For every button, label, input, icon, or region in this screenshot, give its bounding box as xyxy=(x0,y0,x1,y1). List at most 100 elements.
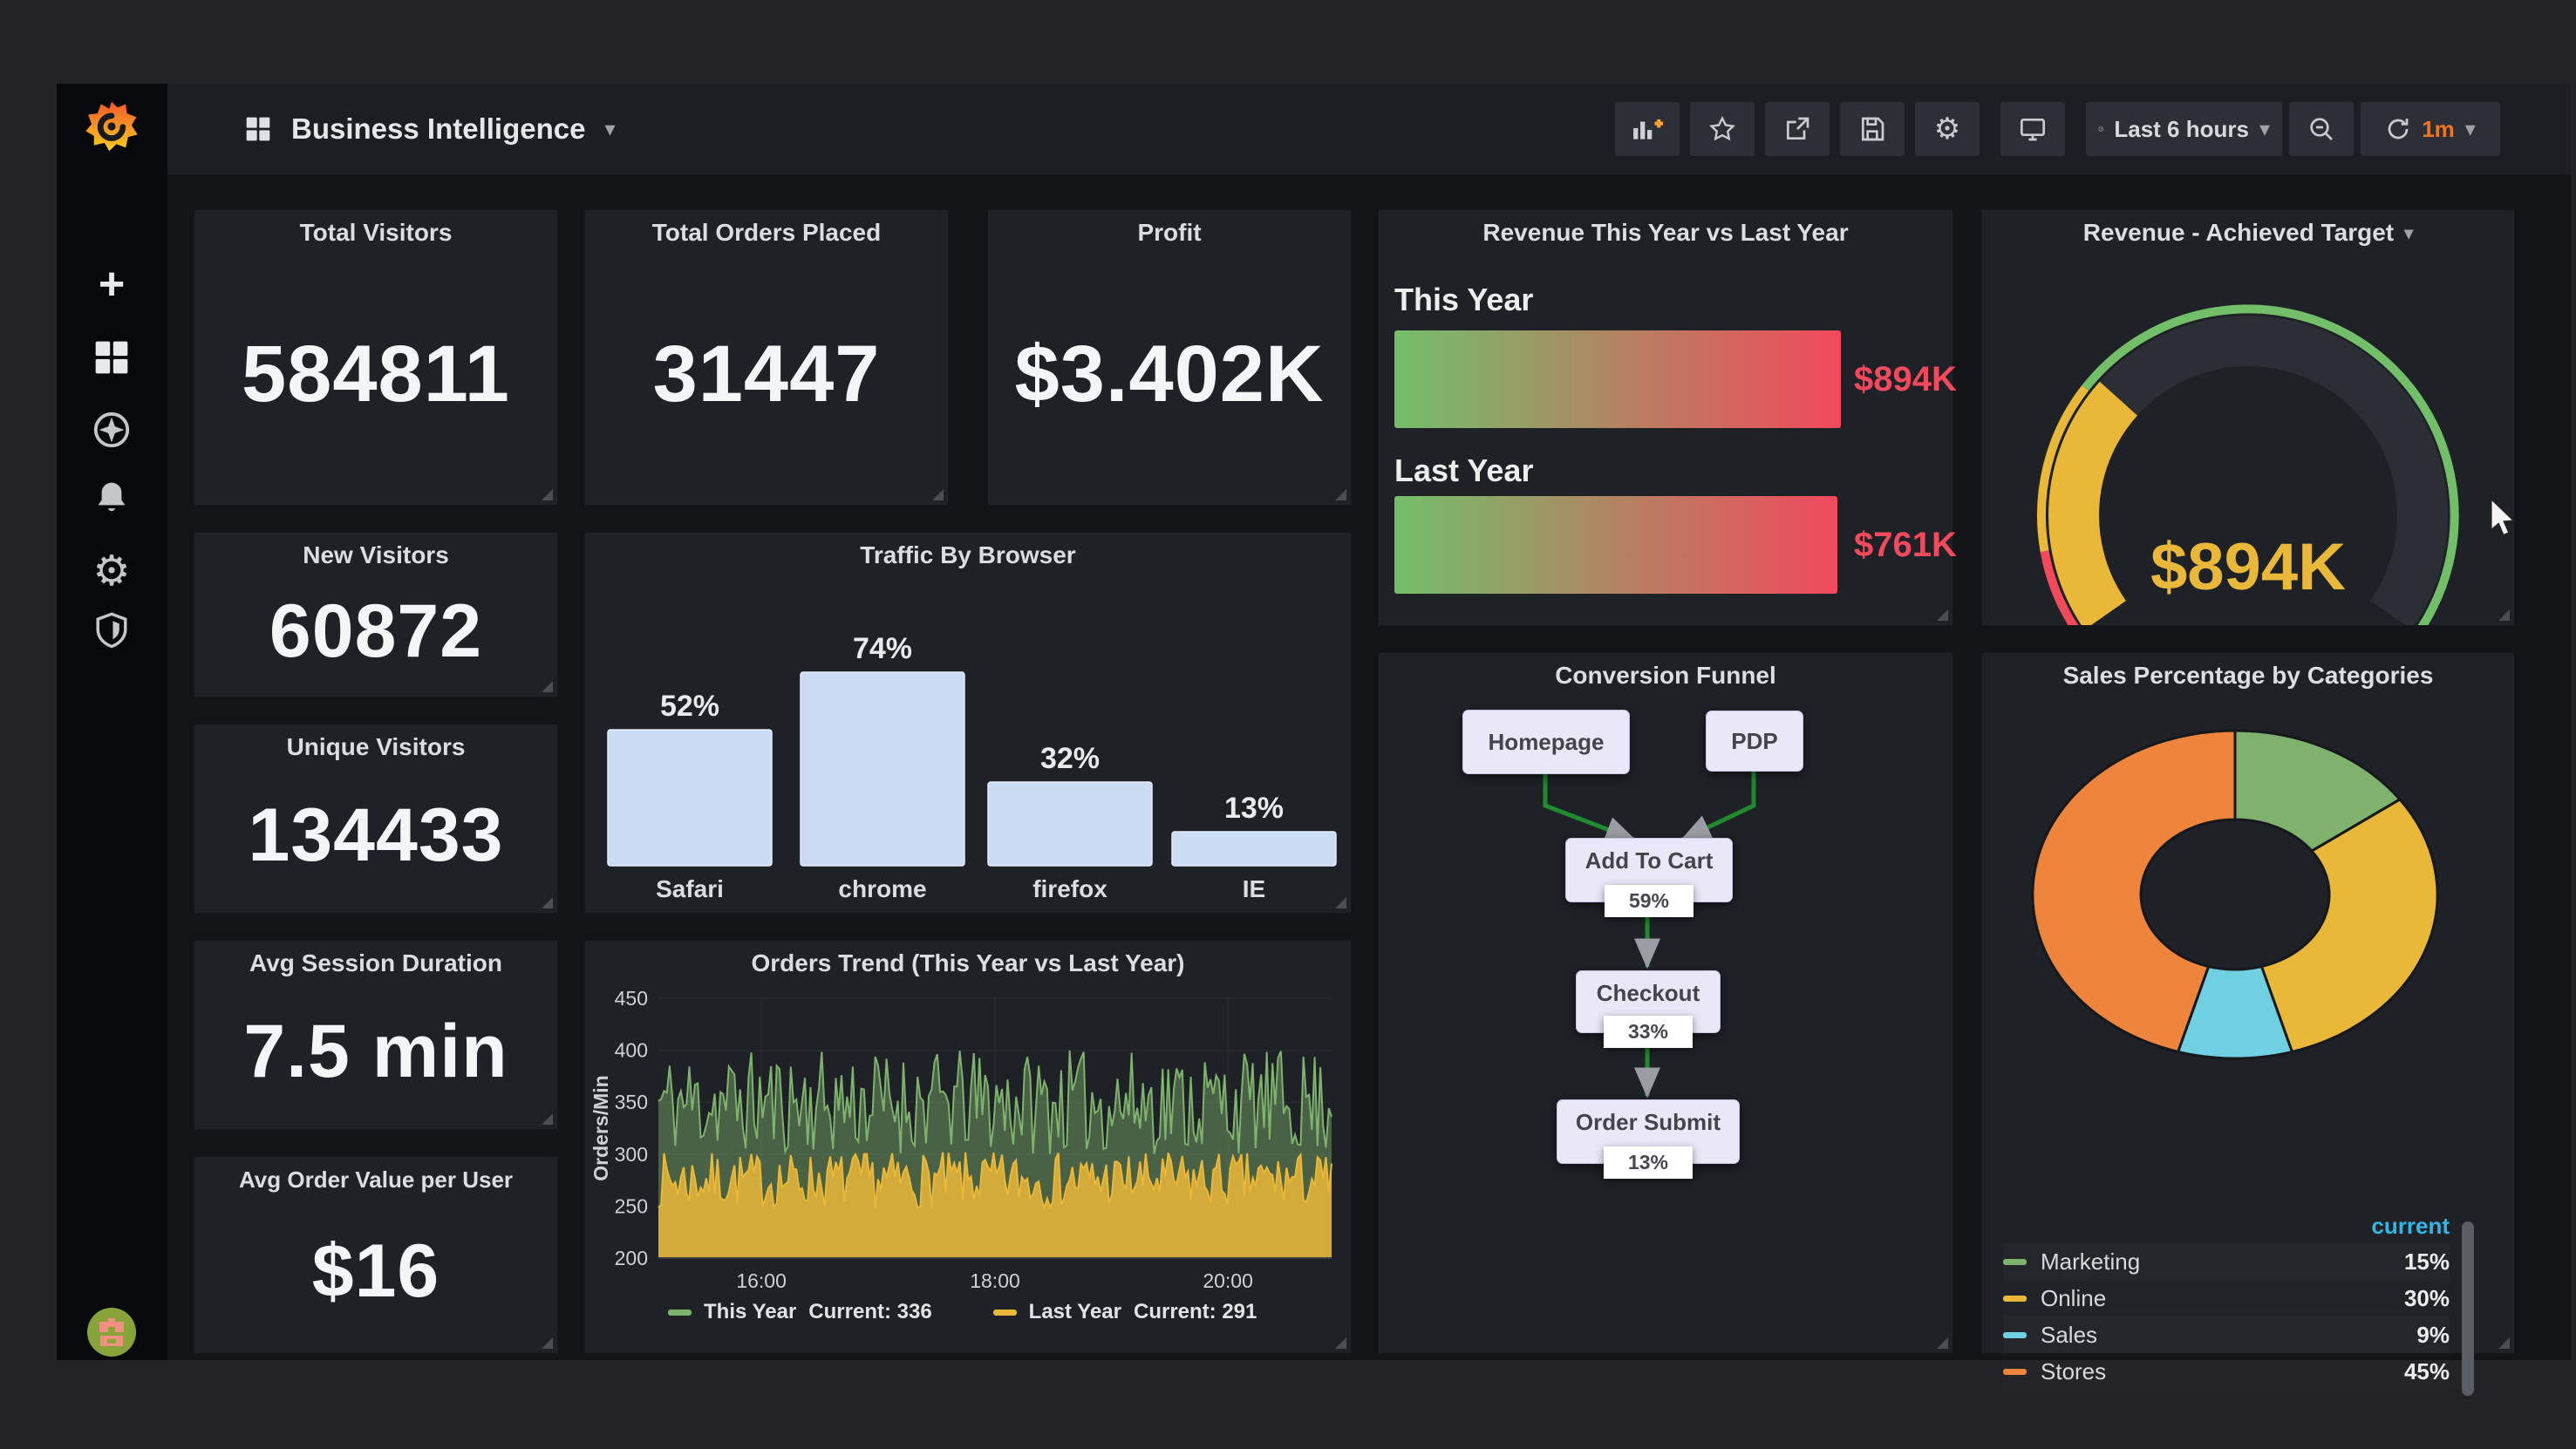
save-button[interactable] xyxy=(1840,102,1905,156)
star-button[interactable] xyxy=(1690,102,1755,156)
legend-row-stores[interactable]: Stores 45% xyxy=(2003,1353,2450,1390)
legend-current-value: Current: 291 xyxy=(1134,1300,1257,1324)
legend-row-online[interactable]: Online 30% xyxy=(2003,1280,2450,1316)
alerting-menu-item[interactable] xyxy=(92,479,131,517)
gauge-value: $894K xyxy=(1982,530,2514,603)
funnel-node-pct: 13% xyxy=(1604,1146,1693,1179)
series-color-dash xyxy=(2003,1332,2027,1338)
legend-label: Stores xyxy=(2041,1358,2106,1385)
alerting-bell-icon xyxy=(92,479,131,517)
legend-row-marketing[interactable]: Marketing 15% xyxy=(2003,1243,2450,1280)
user-avatar[interactable] xyxy=(85,1306,138,1358)
legend-label: Sales xyxy=(2041,1322,2097,1349)
legend-label: This Year xyxy=(704,1300,796,1324)
toolbar: ⚙ Last 6 hours ▾ xyxy=(1615,102,2500,156)
panel-title[interactable]: Conversion Funnel xyxy=(1379,653,1952,698)
panel-title[interactable]: Sales Percentage by Categories xyxy=(1982,653,2514,698)
row-label: Last Year xyxy=(1394,452,1533,489)
panel-title[interactable]: Total Visitors xyxy=(194,210,557,255)
stat-value: 60872 xyxy=(194,578,557,697)
panel-avg-order-value: Avg Order Value per User $16 xyxy=(194,1156,558,1354)
refresh-button[interactable]: 1m ▾ xyxy=(2361,102,2500,156)
time-range-label: Last 6 hours xyxy=(2114,116,2249,143)
donut-legend: current Marketing 15% Online 30% Sales 9… xyxy=(2003,1208,2450,1390)
legend-scrollbar[interactable] xyxy=(2462,1221,2474,1396)
panel-total-orders: Total Orders Placed 31447 xyxy=(584,209,949,506)
chevron-down-icon: ▾ xyxy=(604,117,615,142)
stat-value: 31447 xyxy=(585,255,948,505)
panel-unique-visitors: Unique Visitors 134433 xyxy=(194,724,558,914)
gradient-bar-this-year[interactable] xyxy=(1394,330,1841,428)
panel-title[interactable]: Profit xyxy=(988,210,1351,255)
top-navbar: Business Intelligence ▾ xyxy=(167,84,2571,174)
avatar-icon xyxy=(85,1306,138,1358)
server-admin-menu-item[interactable] xyxy=(92,611,131,650)
share-button[interactable] xyxy=(1765,102,1830,156)
panel-title[interactable]: Total Orders Placed xyxy=(585,210,948,255)
panel-title[interactable]: New Visitors xyxy=(194,533,557,578)
row-value: $761K xyxy=(1854,496,1950,594)
svg-text:Orders/Min: Orders/Min xyxy=(589,1075,612,1180)
explore-menu-item[interactable] xyxy=(92,410,132,450)
funnel-node-pct: 59% xyxy=(1605,885,1693,917)
panel-title[interactable]: Revenue - Achieved Target ▾ xyxy=(1982,210,2514,255)
create-menu-item[interactable]: + xyxy=(99,258,125,310)
svg-text:300: 300 xyxy=(615,1143,648,1166)
funnel-node-pdp[interactable]: PDP xyxy=(1706,711,1803,772)
series-color-dash xyxy=(2003,1369,2027,1375)
shield-icon xyxy=(92,611,131,650)
panel-title[interactable]: Traffic By Browser xyxy=(585,533,1351,578)
svg-text:350: 350 xyxy=(615,1091,648,1113)
legend-row-sales[interactable]: Sales 9% xyxy=(2003,1316,2450,1353)
series-color-dash xyxy=(668,1310,692,1316)
panel-title[interactable]: Unique Visitors xyxy=(194,724,557,770)
legend-item-this-year[interactable]: This Year Current: 336 xyxy=(668,1300,932,1324)
series-color-dash xyxy=(2003,1296,2027,1302)
add-panel-button[interactable] xyxy=(1615,102,1680,156)
save-icon xyxy=(1858,115,1886,143)
line-chart[interactable]: 20025030035040045016:0018:0020:00Orders/… xyxy=(585,986,1351,1300)
grafana-logo[interactable] xyxy=(85,99,139,153)
row-value: $894K xyxy=(1854,330,1950,428)
zoom-out-button[interactable] xyxy=(2289,102,2354,156)
panel-title[interactable]: Avg Session Duration xyxy=(194,941,557,986)
time-range-picker[interactable]: Last 6 hours ▾ xyxy=(2086,102,2282,156)
svg-text:18:00: 18:00 xyxy=(970,1269,1020,1292)
configuration-menu-item[interactable]: ⚙ xyxy=(92,547,130,595)
svg-text:20:00: 20:00 xyxy=(1203,1269,1253,1292)
svg-text:Safari: Safari xyxy=(656,875,724,902)
panel-menu-caret[interactable]: ▾ xyxy=(2404,222,2413,244)
funnel-node-label: Order Submit xyxy=(1576,1109,1721,1136)
legend-item-last-year[interactable]: Last Year Current: 291 xyxy=(993,1300,1257,1324)
funnel-node-order-submit[interactable]: Order Submit 13% xyxy=(1557,1099,1740,1164)
funnel-body: Homepage PDP Add To Cart 59% Checkout 33… xyxy=(1379,698,1952,1353)
donut-chart[interactable] xyxy=(1982,698,2514,1073)
donut-body: current Marketing 15% Online 30% Sales 9… xyxy=(1982,698,2514,1353)
monitor-icon xyxy=(2018,115,2048,143)
star-icon xyxy=(1708,115,1736,143)
svg-text:450: 450 xyxy=(615,987,648,1010)
funnel-node-add-to-cart[interactable]: Add To Cart 59% xyxy=(1565,838,1733,902)
bar-chart[interactable]: 52%Safari74%chrome32%firefox13%IE xyxy=(585,578,1351,909)
svg-text:74%: 74% xyxy=(853,632,912,665)
chevron-down-icon: ▾ xyxy=(2259,117,2270,142)
dashboard-title-picker[interactable]: Business Intelligence ▾ xyxy=(244,112,616,146)
panel-title[interactable]: Orders Trend (This Year vs Last Year) xyxy=(585,941,1351,986)
chevron-down-icon: ▾ xyxy=(2465,117,2476,142)
gradient-bar-last-year[interactable] xyxy=(1394,496,1837,594)
legend-column-current[interactable]: current xyxy=(2003,1208,2450,1243)
svg-text:52%: 52% xyxy=(660,690,719,723)
funnel-node-pct: 33% xyxy=(1604,1016,1693,1048)
stat-value: 7.5 min xyxy=(194,986,557,1129)
tv-mode-button[interactable] xyxy=(2000,102,2065,156)
dashboard-settings-button[interactable]: ⚙ xyxy=(1915,102,1980,156)
panel-title[interactable]: Avg Order Value per User xyxy=(194,1157,557,1202)
row-label: This Year xyxy=(1394,282,1533,318)
funnel-node-checkout[interactable]: Checkout 33% xyxy=(1576,970,1721,1033)
stat-value: 584811 xyxy=(194,255,557,505)
funnel-node-homepage[interactable]: Homepage xyxy=(1462,710,1630,774)
panel-avg-session: Avg Session Duration 7.5 min xyxy=(194,940,558,1130)
panel-title[interactable]: Revenue This Year vs Last Year xyxy=(1379,210,1952,255)
dashboards-menu-item[interactable] xyxy=(92,338,131,377)
gear-icon: ⚙ xyxy=(1934,112,1960,146)
